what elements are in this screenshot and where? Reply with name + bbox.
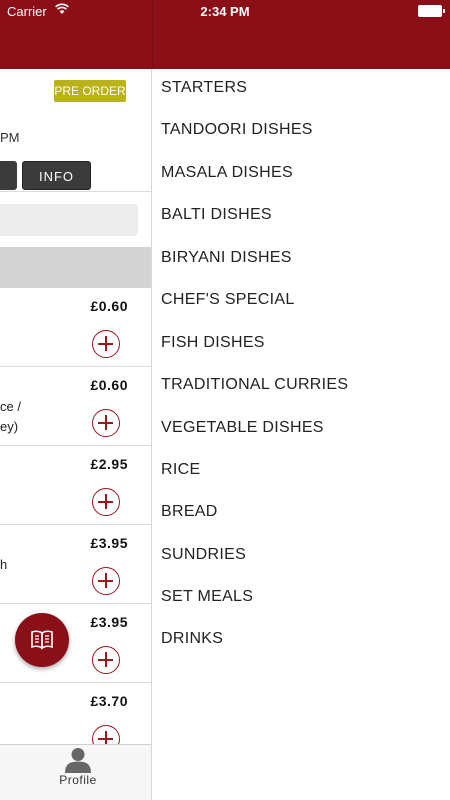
- menu-item-chefs-special[interactable]: CHEF'S SPECIAL: [161, 291, 295, 321]
- item-description: h: [0, 557, 8, 572]
- menu-item-rice[interactable]: RICE: [161, 461, 200, 491]
- item-price: £0.60: [90, 298, 128, 314]
- tab-profile-label: Profile: [59, 773, 97, 787]
- add-item-icon[interactable]: [92, 567, 120, 595]
- tab-profile[interactable]: Profile: [48, 747, 108, 797]
- opening-time-text: PM: [0, 130, 20, 145]
- item-price: £3.95: [90, 614, 128, 630]
- item-price: £0.60: [90, 377, 128, 393]
- divider: [0, 191, 151, 192]
- menu-item-traditional-curries[interactable]: TRADITIONAL CURRIES: [161, 376, 348, 406]
- item-price: £3.70: [90, 693, 128, 709]
- menu-item-drinks[interactable]: DRINKS: [161, 630, 223, 660]
- menu-item-sundries[interactable]: SUNDRIES: [161, 546, 246, 576]
- menu-item-tandoori-dishes[interactable]: TANDOORI DISHES: [161, 121, 313, 151]
- item-price: £3.95: [90, 535, 128, 551]
- menu-item-row[interactable]: £0.60 ce / ey): [0, 367, 151, 446]
- menu-item-fish-dishes[interactable]: FISH DISHES: [161, 334, 265, 364]
- restaurant-content-panel: PRE ORDER PM INFO £0.60 £0.60 ce / ey) £…: [0, 69, 152, 800]
- category-header: [0, 247, 151, 288]
- status-bar: Carrier 2:34 PM: [0, 0, 450, 24]
- app-header: Carrier 2:34 PM: [0, 0, 450, 69]
- item-description: ey): [0, 419, 19, 434]
- menu-item-row[interactable]: £3.95 h: [0, 525, 151, 604]
- add-item-icon[interactable]: [92, 330, 120, 358]
- person-icon: [65, 748, 91, 773]
- menu-item-row[interactable]: £2.95: [0, 446, 151, 525]
- info-button[interactable]: INFO: [22, 161, 91, 190]
- header-divider: [152, 0, 153, 69]
- status-time: 2:34 PM: [200, 4, 250, 19]
- menu-item-masala-dishes[interactable]: MASALA DISHES: [161, 164, 293, 194]
- add-item-icon[interactable]: [92, 409, 120, 437]
- menu-book-button[interactable]: [15, 613, 69, 667]
- add-item-icon[interactable]: [92, 646, 120, 674]
- menu-item-set-meals[interactable]: SET MEALS: [161, 588, 253, 618]
- menu-item-vegetable-dishes[interactable]: VEGETABLE DISHES: [161, 419, 324, 449]
- menu-item-biryani-dishes[interactable]: BIRYANI DISHES: [161, 249, 292, 279]
- preorder-badge[interactable]: PRE ORDER: [54, 80, 126, 102]
- menu-item-row[interactable]: £0.60: [0, 288, 151, 367]
- add-item-icon[interactable]: [92, 488, 120, 516]
- category-menu: STARTERS TANDOORI DISHES MASALA DISHES B…: [153, 69, 450, 800]
- search-input[interactable]: [0, 204, 138, 236]
- menu-item-starters[interactable]: STARTERS: [161, 79, 247, 109]
- menu-item-balti-dishes[interactable]: BALTI DISHES: [161, 206, 272, 236]
- item-price: £2.95: [90, 456, 128, 472]
- item-description: ce /: [0, 399, 21, 414]
- battery-icon: [418, 5, 445, 17]
- menu-book-icon: [31, 630, 53, 650]
- bottom-tab-bar: Profile: [0, 744, 151, 800]
- left-tab-button[interactable]: [0, 161, 17, 190]
- menu-item-bread[interactable]: BREAD: [161, 503, 218, 533]
